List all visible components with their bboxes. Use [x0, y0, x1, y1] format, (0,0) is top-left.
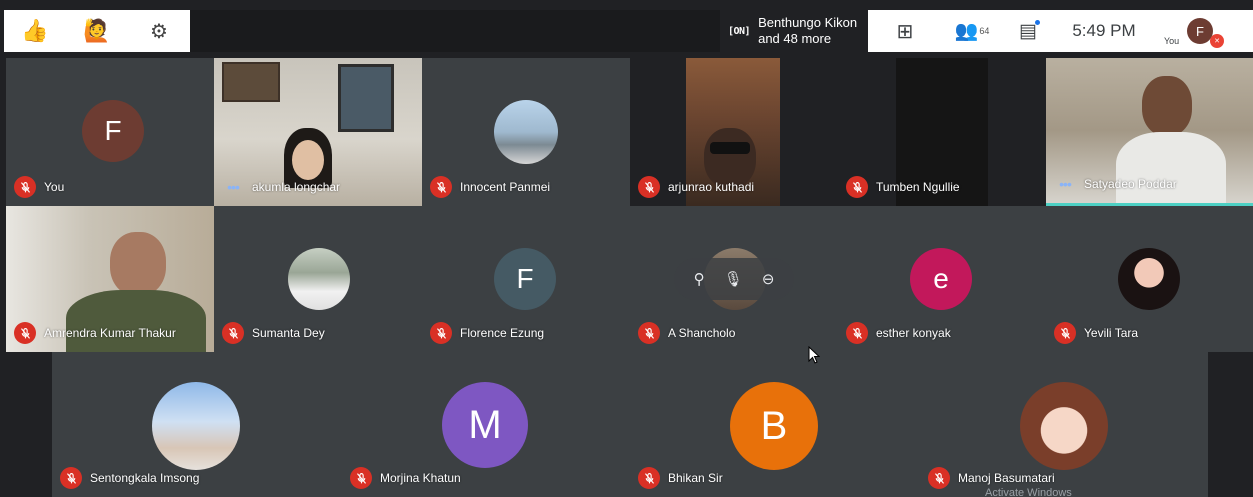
participant-tile[interactable]: Yevili Tara — [1046, 206, 1253, 352]
mic-off-icon — [638, 176, 660, 198]
topbar-spacer — [190, 10, 722, 52]
mic-off-icon — [14, 176, 36, 198]
participant-name: Tumben Ngullie — [876, 180, 960, 194]
meet-window: 👍 🙋 ⚙ [ON] Benthungo Kikon and 48 more ⊞… — [0, 0, 1253, 497]
participant-tile[interactable]: e esther konyak — [838, 206, 1046, 352]
avatar — [1020, 382, 1108, 470]
participant-name: esther konyak — [876, 326, 951, 340]
participant-name: Satyadeo Poddar — [1084, 177, 1177, 191]
avatar: B — [730, 382, 818, 470]
windows-activation-watermark: Activate Windows — [985, 487, 1072, 497]
layout-grid-icon[interactable]: ⊞ — [868, 10, 942, 52]
mouse-cursor-icon — [808, 346, 820, 364]
mic-off-icon — [430, 322, 452, 344]
self-mic-off-icon: ✕ — [1210, 34, 1224, 48]
presenter-more: and 48 more — [758, 31, 832, 46]
participant-tile[interactable]: Innocent Panmei — [422, 58, 630, 206]
mic-off-icon — [222, 322, 244, 344]
gear-icon[interactable]: ⚙ — [128, 10, 190, 52]
presenting-icon: [ON] — [728, 25, 751, 37]
participant-tile[interactable]: Tumben Ngullie — [838, 58, 1046, 206]
participant-name: Amrendra Kumar Thakur — [44, 326, 176, 340]
presenter-name: Benthungo Kikon — [758, 15, 858, 30]
participant-tile[interactable]: B Bhikan Sir — [630, 352, 920, 497]
reactions-bar: 👍 🙋 ⚙ — [4, 10, 190, 52]
avatar: e — [910, 248, 972, 310]
raise-hand-icon[interactable]: 🙋 — [66, 10, 128, 52]
participant-tile[interactable]: M Morjina Khatun — [342, 352, 630, 497]
participant-name: Bhikan Sir — [668, 471, 723, 485]
avatar: F — [494, 248, 556, 310]
meeting-controls: ⊞ 👥 64 ▤ 5:49 PM You F ✕ — [868, 10, 1253, 52]
avatar — [288, 248, 350, 310]
mic-off-icon — [928, 467, 950, 489]
mic-off-icon — [638, 322, 660, 344]
pin-icon[interactable]: ⚲ — [694, 270, 705, 288]
mic-off-icon[interactable]: 🎙 — [724, 270, 743, 288]
presentation-indicator[interactable]: [ON] Benthungo Kikon and 48 more — [720, 10, 868, 52]
mic-off-icon — [1054, 322, 1076, 344]
participant-tile[interactable]: arjunrao kuthadi — [630, 58, 838, 206]
participant-name: Manoj Basumatari — [958, 471, 1055, 485]
participant-tile[interactable]: ••• akumla longchar — [214, 58, 422, 206]
participant-name: akumla longchar — [252, 180, 341, 194]
participant-name: You — [44, 180, 65, 194]
speaking-indicator-icon: ••• — [227, 179, 240, 195]
chat-notification-dot — [1035, 20, 1040, 25]
mic-off-icon — [14, 322, 36, 344]
tile-hover-controls: ⚲ 🎙 ⊖ — [674, 258, 794, 300]
avatar — [152, 382, 240, 470]
avatar: M — [442, 382, 528, 468]
people-button[interactable]: 👥 64 — [942, 10, 1002, 52]
participant-tile[interactable]: F You — [6, 58, 214, 206]
avatar — [1118, 248, 1180, 310]
remove-icon[interactable]: ⊖ — [762, 270, 775, 288]
participant-tile[interactable]: Sumanta Dey — [214, 206, 422, 352]
avatar — [494, 100, 558, 164]
mic-off-icon — [60, 467, 82, 489]
mic-off-icon — [350, 467, 372, 489]
participant-tile[interactable]: ••• Satyadeo Poddar — [1046, 58, 1253, 206]
participant-name: Innocent Panmei — [460, 180, 551, 194]
participant-name: Sentongkala Imsong — [90, 471, 200, 485]
participant-tile[interactable]: Manoj Basumatari — [920, 352, 1208, 497]
participant-name: A Shancholo — [668, 326, 736, 340]
participant-name: Florence Ezung — [460, 326, 545, 340]
clock: 5:49 PM — [1072, 21, 1136, 40]
participant-tile[interactable]: F Florence Ezung — [422, 206, 630, 352]
people-icon: 👥 — [954, 21, 979, 42]
self-preview[interactable]: You F ✕ — [1154, 10, 1234, 52]
participant-name: arjunrao kuthadi — [668, 180, 755, 194]
mic-off-icon — [638, 467, 660, 489]
chat-button[interactable]: ▤ — [1002, 10, 1054, 52]
participant-tile[interactable]: Amrendra Kumar Thakur — [6, 206, 214, 352]
speaking-indicator-icon: ••• — [1059, 176, 1072, 192]
participant-tile[interactable]: Sentongkala Imsong — [52, 352, 342, 497]
people-count: 64 — [979, 26, 990, 36]
participant-name: Morjina Khatun — [380, 471, 461, 485]
participant-name: Sumanta Dey — [252, 326, 325, 340]
participant-name: Yevili Tara — [1084, 326, 1139, 340]
mic-off-icon — [430, 176, 452, 198]
thumbs-up-icon[interactable]: 👍 — [4, 10, 66, 52]
mic-off-icon — [846, 322, 868, 344]
self-label: You — [1164, 36, 1180, 46]
avatar: F — [82, 100, 144, 162]
mic-off-icon — [846, 176, 868, 198]
